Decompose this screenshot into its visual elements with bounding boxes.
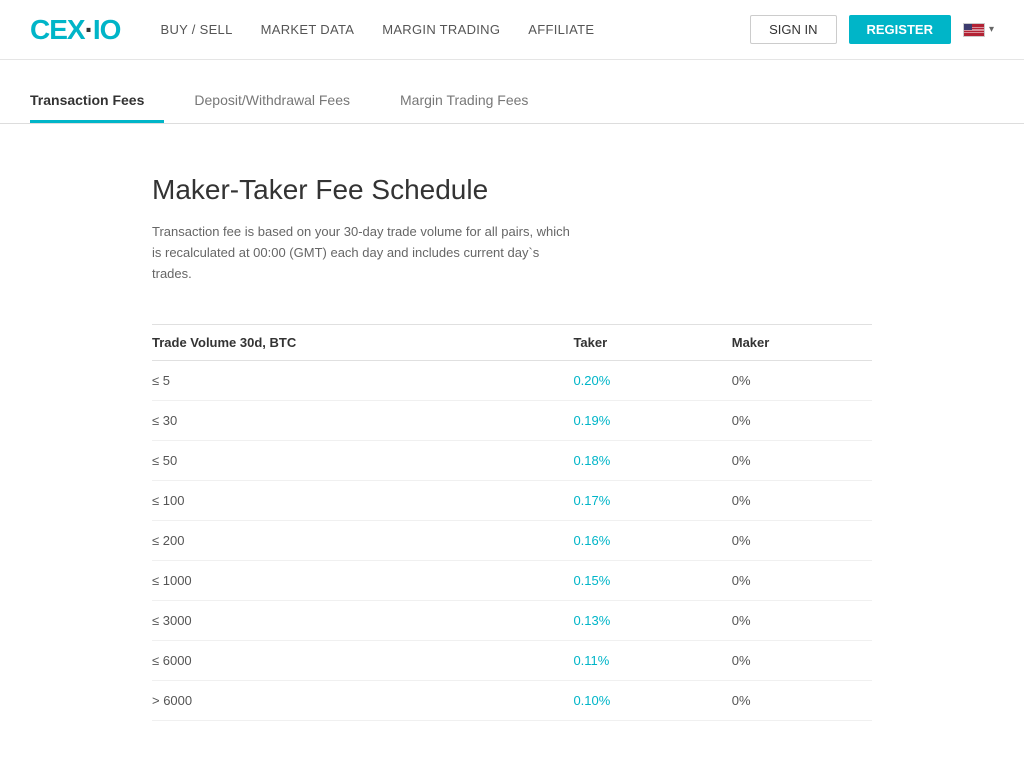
table-row: ≤ 1000.17%0% xyxy=(152,481,872,521)
cell-taker: 0.15% xyxy=(553,561,711,601)
cell-maker: 0% xyxy=(712,441,872,481)
nav-market-data[interactable]: MARKET DATA xyxy=(261,22,355,37)
nav-margin-trading[interactable]: MARGIN TRADING xyxy=(382,22,500,37)
main-content: Maker-Taker Fee Schedule Transaction fee… xyxy=(122,124,902,761)
table-row: ≤ 30000.13%0% xyxy=(152,601,872,641)
cell-volume: ≤ 6000 xyxy=(152,641,553,681)
table-row: ≤ 500.18%0% xyxy=(152,441,872,481)
section-title: Maker-Taker Fee Schedule xyxy=(152,174,872,206)
flag-icon xyxy=(963,23,985,37)
cell-volume: ≤ 100 xyxy=(152,481,553,521)
header-actions: SIGN IN REGISTER ▾ xyxy=(750,15,994,44)
cell-maker: 0% xyxy=(712,561,872,601)
table-row: ≤ 50.20%0% xyxy=(152,361,872,401)
cell-volume: ≤ 200 xyxy=(152,521,553,561)
tab-margin-trading-fees[interactable]: Margin Trading Fees xyxy=(400,80,548,123)
table-header-row: Trade Volume 30d, BTC Taker Maker xyxy=(152,325,872,361)
col-header-taker: Taker xyxy=(553,325,711,361)
col-header-maker: Maker xyxy=(712,325,872,361)
tabs: Transaction Fees Deposit/Withdrawal Fees… xyxy=(30,80,994,123)
chevron-down-icon: ▾ xyxy=(989,24,994,35)
cell-maker: 0% xyxy=(712,641,872,681)
cell-taker: 0.20% xyxy=(553,361,711,401)
language-selector[interactable]: ▾ xyxy=(963,23,994,37)
main-nav: BUY / SELL MARKET DATA MARGIN TRADING AF… xyxy=(160,22,750,37)
cell-maker: 0% xyxy=(712,521,872,561)
cell-maker: 0% xyxy=(712,361,872,401)
col-header-volume: Trade Volume 30d, BTC xyxy=(152,325,553,361)
cell-volume: ≤ 1000 xyxy=(152,561,553,601)
tabs-container: Transaction Fees Deposit/Withdrawal Fees… xyxy=(0,80,1024,124)
cell-taker: 0.11% xyxy=(553,641,711,681)
logo[interactable]: CEX·IO xyxy=(30,14,120,46)
cell-maker: 0% xyxy=(712,681,872,721)
site-header: CEX·IO BUY / SELL MARKET DATA MARGIN TRA… xyxy=(0,0,1024,60)
cell-taker: 0.17% xyxy=(553,481,711,521)
cell-volume: ≤ 5 xyxy=(152,361,553,401)
cell-maker: 0% xyxy=(712,401,872,441)
table-row: ≤ 60000.11%0% xyxy=(152,641,872,681)
logo-text: CEX·IO xyxy=(30,14,120,46)
cell-taker: 0.13% xyxy=(553,601,711,641)
cell-volume: > 6000 xyxy=(152,681,553,721)
cell-taker: 0.18% xyxy=(553,441,711,481)
cell-taker: 0.16% xyxy=(553,521,711,561)
cell-volume: ≤ 30 xyxy=(152,401,553,441)
cell-volume: ≤ 3000 xyxy=(152,601,553,641)
table-row: ≤ 300.19%0% xyxy=(152,401,872,441)
table-row: ≤ 2000.16%0% xyxy=(152,521,872,561)
cell-taker: 0.19% xyxy=(553,401,711,441)
nav-affiliate[interactable]: AFFILIATE xyxy=(528,22,594,37)
section-description: Transaction fee is based on your 30-day … xyxy=(152,222,572,284)
cell-maker: 0% xyxy=(712,601,872,641)
cell-taker: 0.10% xyxy=(553,681,711,721)
fee-table: Trade Volume 30d, BTC Taker Maker ≤ 50.2… xyxy=(152,324,872,721)
cell-maker: 0% xyxy=(712,481,872,521)
register-button[interactable]: REGISTER xyxy=(849,15,951,44)
signin-button[interactable]: SIGN IN xyxy=(750,15,836,44)
tab-deposit-withdrawal-fees[interactable]: Deposit/Withdrawal Fees xyxy=(194,80,370,123)
nav-buy-sell[interactable]: BUY / SELL xyxy=(160,22,232,37)
table-row: ≤ 10000.15%0% xyxy=(152,561,872,601)
tab-transaction-fees[interactable]: Transaction Fees xyxy=(30,80,164,123)
table-row: > 60000.10%0% xyxy=(152,681,872,721)
cell-volume: ≤ 50 xyxy=(152,441,553,481)
